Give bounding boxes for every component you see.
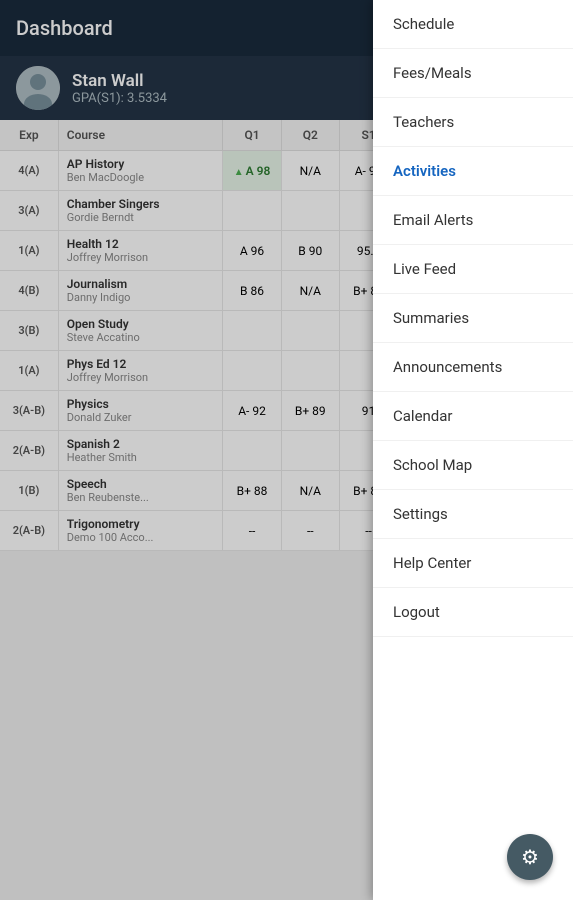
menu-item-logout[interactable]: Logout <box>373 588 573 637</box>
menu-item-email-alerts[interactable]: Email Alerts <box>373 196 573 245</box>
menu-item-calendar[interactable]: Calendar <box>373 392 573 441</box>
menu-item-activities[interactable]: Activities <box>373 147 573 196</box>
menu-item-schedule[interactable]: Schedule <box>373 0 573 49</box>
menu-item-teachers[interactable]: Teachers <box>373 98 573 147</box>
menu-item-settings[interactable]: Settings <box>373 490 573 539</box>
menu-item-help-center[interactable]: Help Center <box>373 539 573 588</box>
menu-item-announcements[interactable]: Announcements <box>373 343 573 392</box>
menu-item-school-map[interactable]: School Map <box>373 441 573 490</box>
menu-item-live-feed[interactable]: Live Feed <box>373 245 573 294</box>
menu-item-fees-meals[interactable]: Fees/Meals <box>373 49 573 98</box>
menu-item-summaries[interactable]: Summaries <box>373 294 573 343</box>
dropdown-menu: ScheduleFees/MealsTeachersActivitiesEmai… <box>373 0 573 900</box>
fab-button[interactable]: ⚙ <box>507 834 553 880</box>
